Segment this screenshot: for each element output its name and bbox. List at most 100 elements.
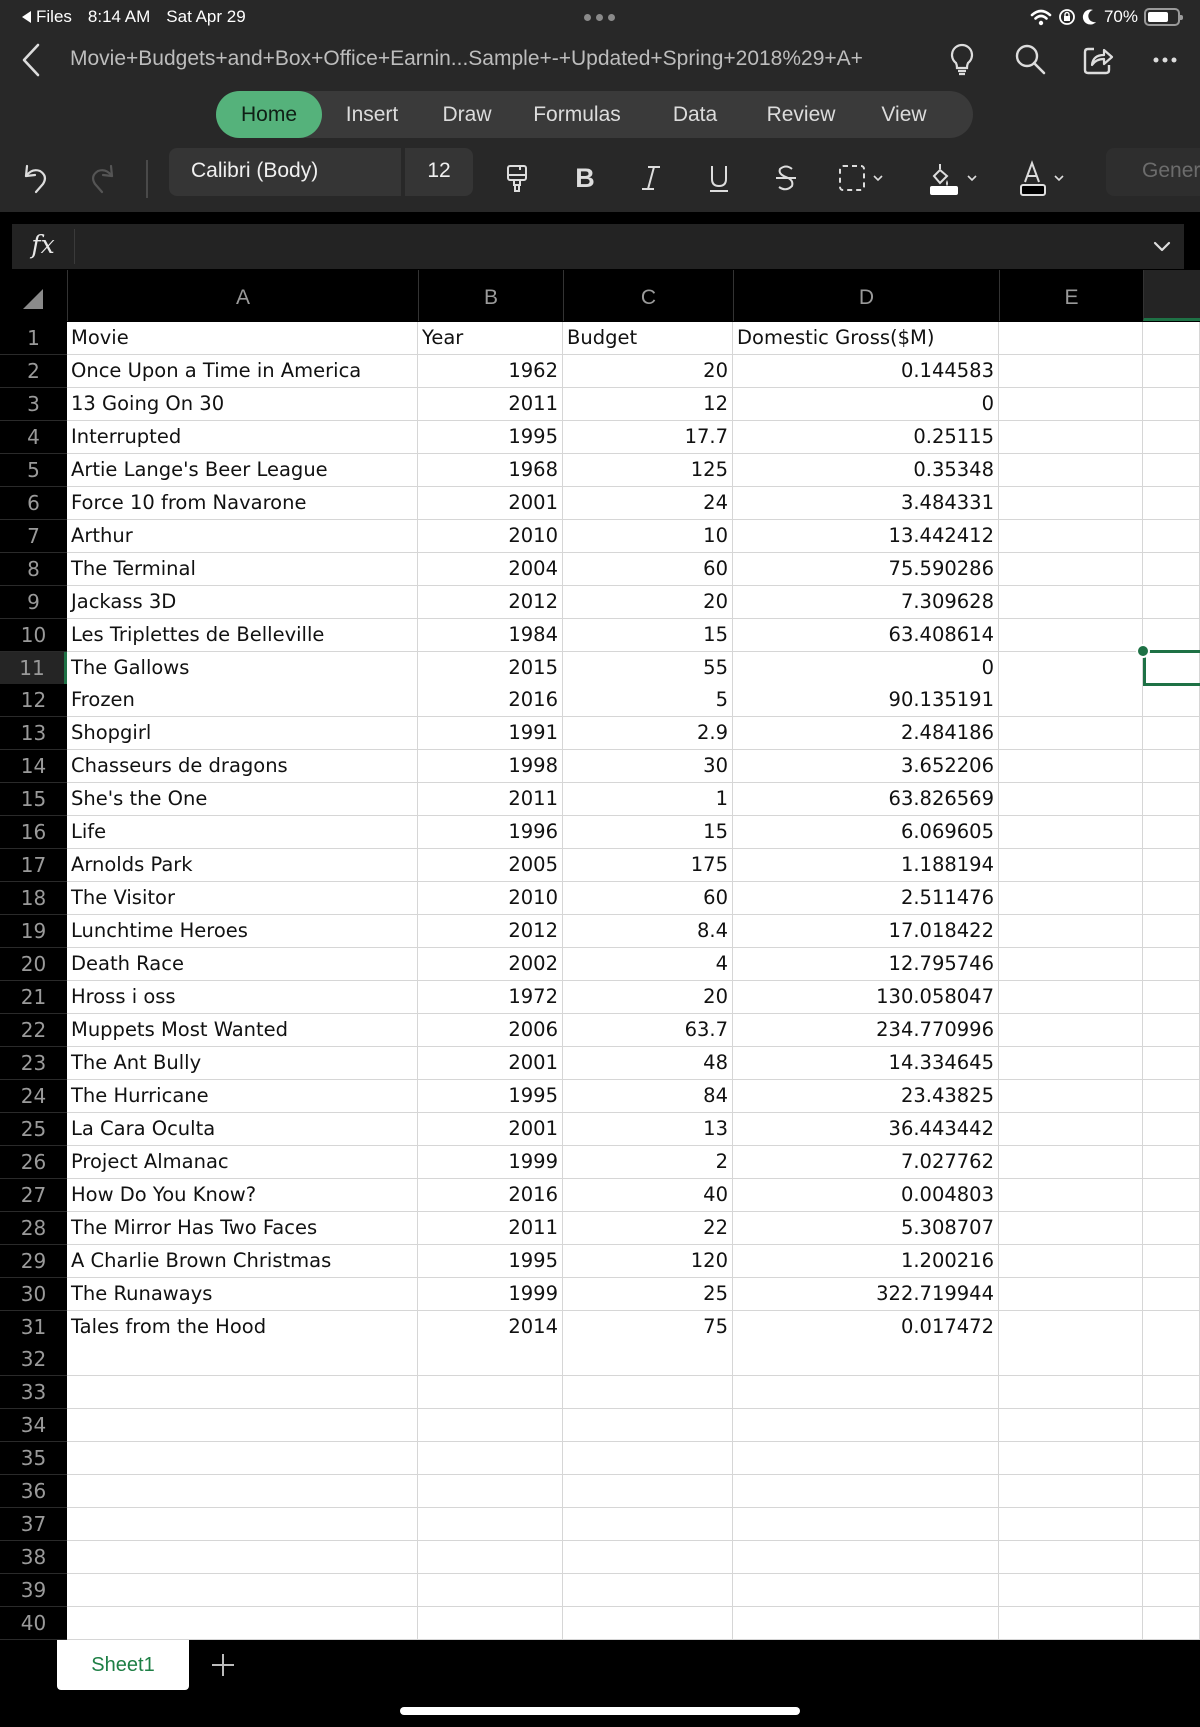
tab-review[interactable]: Review	[748, 91, 854, 138]
cell-d9[interactable]: 7.309628	[733, 585, 999, 619]
row-header[interactable]: 36	[0, 1475, 67, 1509]
cell-e30[interactable]	[999, 1277, 1143, 1311]
cell-c6[interactable]: 24	[563, 486, 733, 520]
cell-d30[interactable]: 322.719944	[733, 1277, 999, 1311]
cell-a33[interactable]	[67, 1376, 418, 1410]
cell-d36[interactable]	[733, 1475, 999, 1509]
row-header[interactable]: 17	[0, 849, 67, 883]
cell-a32[interactable]	[67, 1343, 418, 1377]
cell-a39[interactable]	[67, 1574, 418, 1608]
tab-home[interactable]: Home	[216, 91, 322, 138]
row-header[interactable]: 30	[0, 1277, 67, 1311]
row-header[interactable]: 24	[0, 1079, 67, 1113]
cell-d35[interactable]	[733, 1442, 999, 1476]
cell-f28[interactable]	[1143, 1211, 1200, 1245]
home-indicator[interactable]	[400, 1707, 800, 1715]
column-header-b[interactable]: B	[418, 270, 563, 321]
cell-c30[interactable]: 25	[563, 1277, 733, 1311]
cell-a27[interactable]: How Do You Know?	[67, 1178, 418, 1212]
cell-c15[interactable]: 1	[563, 783, 733, 817]
cell-d16[interactable]: 6.069605	[733, 816, 999, 850]
cell-d34[interactable]	[733, 1409, 999, 1443]
cell-d24[interactable]: 23.43825	[733, 1079, 999, 1113]
cell-b28[interactable]: 2011	[418, 1211, 563, 1245]
row-header[interactable]: 25	[0, 1112, 67, 1146]
cell-d26[interactable]: 7.027762	[733, 1145, 999, 1179]
cell-a38[interactable]	[67, 1541, 418, 1575]
sheet-tab-sheet1[interactable]: Sheet1	[57, 1640, 189, 1690]
cell-d8[interactable]: 75.590286	[733, 552, 999, 586]
cell-c33[interactable]	[563, 1376, 733, 1410]
cell-f1[interactable]	[1143, 322, 1200, 355]
cell-f16[interactable]	[1143, 816, 1200, 850]
cell-b15[interactable]: 2011	[418, 783, 563, 817]
cell-b23[interactable]: 2001	[418, 1046, 563, 1080]
row-header[interactable]: 11	[0, 651, 67, 685]
cell-e39[interactable]	[999, 1574, 1143, 1608]
tab-formulas[interactable]: Formulas	[512, 91, 642, 138]
cell-e15[interactable]	[999, 783, 1143, 817]
cell-c22[interactable]: 63.7	[563, 1013, 733, 1047]
cell-a29[interactable]: A Charlie Brown Christmas	[67, 1244, 418, 1278]
italic-icon[interactable]	[636, 158, 666, 198]
cell-c1[interactable]: Budget	[563, 322, 733, 355]
strikethrough-icon[interactable]	[771, 158, 801, 198]
cell-c11[interactable]: 55	[563, 651, 733, 685]
row-header[interactable]: 2	[0, 354, 67, 388]
cell-a1[interactable]: Movie	[67, 322, 418, 355]
cell-b31[interactable]: 2014	[418, 1310, 563, 1344]
cell-e31[interactable]	[999, 1310, 1143, 1344]
cell-d33[interactable]	[733, 1376, 999, 1410]
cell-e34[interactable]	[999, 1409, 1143, 1443]
cell-f13[interactable]	[1143, 717, 1200, 751]
cell-a10[interactable]: Les Triplettes de Belleville	[67, 618, 418, 652]
cell-c28[interactable]: 22	[563, 1211, 733, 1245]
row-header[interactable]: 28	[0, 1211, 67, 1245]
cell-e6[interactable]	[999, 486, 1143, 520]
cell-b8[interactable]: 2004	[418, 552, 563, 586]
cell-e12[interactable]	[999, 684, 1143, 718]
row-header[interactable]: 34	[0, 1409, 67, 1443]
cell-b3[interactable]: 2011	[418, 387, 563, 421]
cell-c27[interactable]: 40	[563, 1178, 733, 1212]
cell-a15[interactable]: She's the One	[67, 783, 418, 817]
tab-draw[interactable]: Draw	[422, 91, 512, 138]
cell-d19[interactable]: 17.018422	[733, 915, 999, 949]
cell-f9[interactable]	[1143, 585, 1200, 619]
cell-f17[interactable]	[1143, 849, 1200, 883]
bold-icon[interactable]: B	[570, 158, 600, 198]
row-header[interactable]: 35	[0, 1442, 67, 1476]
cell-c34[interactable]	[563, 1409, 733, 1443]
cell-e33[interactable]	[999, 1376, 1143, 1410]
row-header[interactable]: 5	[0, 453, 67, 487]
cell-c19[interactable]: 8.4	[563, 915, 733, 949]
cell-d32[interactable]	[733, 1343, 999, 1377]
font-name-selector[interactable]: Calibri (Body)	[169, 148, 401, 196]
cell-c10[interactable]: 15	[563, 618, 733, 652]
cell-d39[interactable]	[733, 1574, 999, 1608]
cell-e27[interactable]	[999, 1178, 1143, 1212]
cell-d37[interactable]	[733, 1508, 999, 1542]
cell-a13[interactable]: Shopgirl	[67, 717, 418, 751]
cell-c36[interactable]	[563, 1475, 733, 1509]
cell-c32[interactable]	[563, 1343, 733, 1377]
cell-a40[interactable]	[67, 1607, 418, 1641]
font-size-selector[interactable]: 12	[405, 148, 473, 196]
cell-c23[interactable]: 48	[563, 1046, 733, 1080]
expand-formula-chevron-icon[interactable]	[1150, 234, 1174, 258]
tab-view[interactable]: View	[854, 91, 954, 138]
cell-c38[interactable]	[563, 1541, 733, 1575]
cell-e40[interactable]	[999, 1607, 1143, 1641]
cell-b39[interactable]	[418, 1574, 563, 1608]
cell-d4[interactable]: 0.25115	[733, 420, 999, 454]
cell-a4[interactable]: Interrupted	[67, 420, 418, 454]
cell-b35[interactable]	[418, 1442, 563, 1476]
cell-a23[interactable]: The Ant Bully	[67, 1046, 418, 1080]
more-icon[interactable]	[1148, 41, 1184, 77]
back-to-app[interactable]: Files	[22, 7, 72, 27]
cell-c3[interactable]: 12	[563, 387, 733, 421]
format-painter-icon[interactable]	[502, 158, 532, 198]
cell-e7[interactable]	[999, 519, 1143, 553]
cell-e32[interactable]	[999, 1343, 1143, 1377]
cell-d38[interactable]	[733, 1541, 999, 1575]
